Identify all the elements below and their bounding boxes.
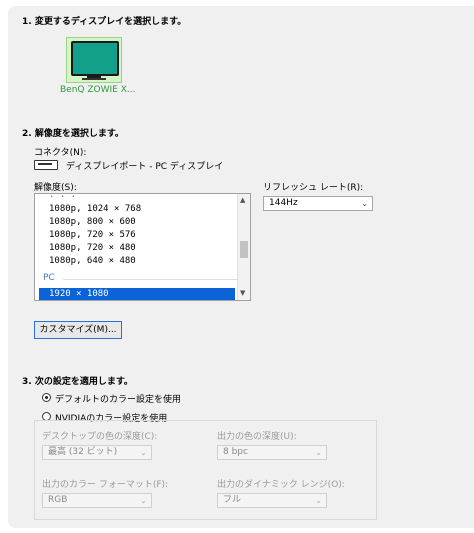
chevron-down-icon: ⌄ bbox=[361, 199, 368, 208]
desktop-depth-value: 最高 (32 ビット) bbox=[48, 447, 118, 457]
connector-label: コネクタ(N): bbox=[34, 148, 87, 158]
scroll-up-icon[interactable]: ▲ bbox=[240, 196, 245, 204]
list-group-pc: PC bbox=[43, 273, 55, 283]
refresh-rate-select[interactable]: 144Hz ⌄ bbox=[263, 196, 373, 211]
step2-title: 2. 解像度を選択します。 bbox=[22, 129, 124, 139]
list-item[interactable]: 1080p, 640 × 480 bbox=[49, 256, 136, 266]
output-range-value: フル bbox=[223, 495, 242, 505]
output-depth-label: 出力の色の深度(U): bbox=[217, 432, 297, 442]
output-range-label: 出力のダイナミック レンジ(O): bbox=[217, 480, 345, 490]
step1-title: 1. 変更するディスプレイを選択します。 bbox=[22, 17, 187, 27]
output-format-value: RGB bbox=[48, 495, 68, 505]
customize-button[interactable]: カスタマイズ(M)... bbox=[34, 321, 122, 339]
monitor-base bbox=[82, 78, 106, 80]
chevron-down-icon: ⌄ bbox=[315, 448, 322, 457]
output-depth-value: 8 bpc bbox=[223, 447, 248, 457]
refresh-label: リフレッシュ レート(R): bbox=[263, 183, 364, 193]
display-tile-benq[interactable] bbox=[66, 37, 122, 83]
resolution-listbox[interactable]: . . . 1080p, 1024 × 768 1080p, 800 × 600… bbox=[34, 190, 251, 301]
desktop-depth-select[interactable]: 最高 (32 ビット) ⌄ bbox=[42, 445, 152, 460]
output-depth-select[interactable]: 8 bpc ⌄ bbox=[217, 445, 327, 460]
monitor-icon bbox=[71, 41, 119, 76]
list-scrollbar[interactable]: ▲ ▼ bbox=[237, 194, 250, 300]
output-range-select[interactable]: フル ⌄ bbox=[217, 493, 327, 508]
chevron-down-icon: ⌄ bbox=[140, 496, 147, 505]
output-format-select[interactable]: RGB ⌄ bbox=[42, 493, 152, 508]
scroll-thumb[interactable] bbox=[240, 241, 248, 258]
list-item[interactable]: 1080p, 720 × 480 bbox=[49, 243, 136, 253]
display-name[interactable]: BenQ ZOWIE X... bbox=[60, 85, 135, 95]
list-item[interactable]: 1080p, 800 × 600 bbox=[49, 217, 136, 227]
list-item-partial: . . . bbox=[49, 190, 77, 200]
chevron-down-icon: ⌄ bbox=[140, 448, 147, 457]
list-item[interactable]: 1080p, 720 × 576 bbox=[49, 230, 136, 240]
refresh-rate-value: 144Hz bbox=[269, 198, 298, 208]
list-item[interactable]: 1080p, 1024 × 768 bbox=[49, 204, 141, 214]
radio-default-color[interactable] bbox=[42, 393, 51, 402]
radio-default-label[interactable]: デフォルトのカラー設定を使用 bbox=[55, 392, 181, 405]
desktop-depth-label: デスクトップの色の深度(C): bbox=[42, 432, 158, 442]
chevron-down-icon: ⌄ bbox=[315, 496, 322, 505]
connector-value: ディスプレイポート - PC ディスプレイ bbox=[66, 162, 224, 172]
displayport-icon bbox=[34, 160, 58, 170]
output-format-label: 出力のカラー フォーマット(F): bbox=[42, 480, 169, 490]
list-group-divider bbox=[63, 279, 237, 280]
list-item-selected[interactable]: 1920 × 1080 bbox=[39, 288, 235, 300]
step3-title: 3. 次の設定を適用します。 bbox=[22, 377, 133, 387]
scroll-down-icon[interactable]: ▼ bbox=[240, 289, 245, 297]
